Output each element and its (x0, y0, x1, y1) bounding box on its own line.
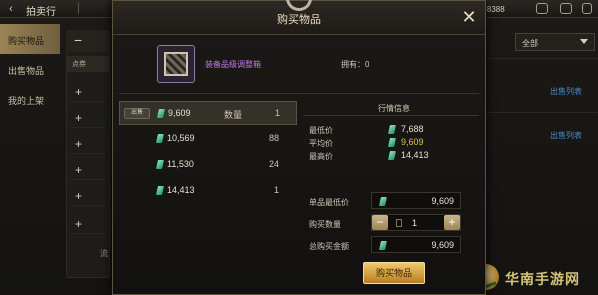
expand-button[interactable]: + (70, 186, 106, 206)
quantity-label: 数量 (224, 110, 243, 120)
highest-price-label: 最高价 (309, 152, 333, 161)
listing-quantity: 88 (268, 133, 279, 143)
page-title: 拍卖行 (26, 7, 56, 18)
average-price-label: 平均价 (309, 139, 333, 148)
quantity-stepper: − 1 + (371, 214, 461, 231)
expand-button[interactable]: + (70, 214, 106, 234)
gem-currency-icon (156, 134, 164, 143)
sidebar-item-my-listings[interactable]: 我的上架 (0, 84, 60, 114)
expand-button[interactable]: + (70, 134, 106, 154)
average-price-value: 9,609 (401, 137, 424, 147)
dialog-header: 购买物品 ✕ (113, 0, 485, 35)
divider (119, 93, 479, 94)
gem-currency-icon (156, 160, 164, 169)
item-name: 装备品级调整箱 (205, 60, 261, 69)
listing-price: 10,569 (167, 133, 195, 143)
sale-list-link[interactable]: 出售列表 (550, 86, 582, 97)
unit-price-label: 单品最低价 (309, 198, 349, 207)
gem-currency-icon (388, 138, 396, 147)
mail-icon[interactable] (536, 3, 548, 14)
gem-currency-icon (388, 125, 396, 134)
sale-badge: 出售 (124, 108, 150, 119)
back-arrow-icon[interactable]: ‹ (4, 2, 18, 16)
quantity-icon (396, 219, 402, 227)
lowest-price-value: 7,688 (401, 124, 424, 134)
market-info-title: 行情信息 (378, 104, 410, 113)
lowest-price-label: 最低价 (309, 126, 333, 135)
expand-button[interactable]: + (70, 160, 106, 180)
total-amount-field: 9,609 (371, 236, 461, 253)
sidebar-item-buy[interactable]: 购买物品 (0, 24, 60, 54)
dialog-title: 购买物品 (277, 14, 321, 26)
menu-icon[interactable] (582, 3, 592, 14)
chest-icon[interactable] (560, 3, 572, 14)
item-icon-slot[interactable] (157, 45, 195, 83)
collapse-button[interactable]: − (66, 30, 110, 52)
gem-currency-icon (157, 109, 165, 118)
row-divider (486, 112, 598, 113)
watermark-text: 华南手游网 (505, 271, 580, 287)
expand-button[interactable]: + (70, 108, 106, 128)
ring-ornament-icon (286, 0, 312, 11)
close-icon[interactable]: ✕ (459, 7, 479, 27)
listing-price: 11,530 (167, 159, 194, 169)
gear-box-icon (164, 52, 188, 76)
highest-price-value: 14,413 (401, 150, 429, 160)
chevron-down-icon (580, 39, 588, 44)
filter-dropdown[interactable]: 全部 (515, 33, 595, 51)
buy-button[interactable]: 购买物品 (363, 262, 425, 284)
unit-price-value: 9,609 (431, 196, 454, 206)
listing-row[interactable]: 14,413 1 (119, 179, 297, 203)
expand-button[interactable]: + (70, 82, 106, 102)
owned-count: 拥有：0 (341, 60, 370, 69)
row-divider (486, 58, 598, 59)
divider (303, 115, 479, 116)
gem-currency-icon (156, 186, 164, 195)
purchase-quantity-label: 购买数量 (309, 220, 341, 229)
title-separator: │ (76, 3, 82, 13)
increase-quantity-button[interactable]: + (444, 215, 460, 230)
listing-quantity: 1 (273, 185, 279, 195)
filter-value: 全部 (522, 39, 538, 48)
listing-price: 9,609 (168, 108, 191, 118)
quantity-input[interactable]: 1 (412, 218, 417, 228)
listing-row[interactable]: 出售 9,609 数量 1 (119, 101, 297, 125)
sidebar: 购买物品 出售物品 我的上架 (0, 24, 60, 114)
list-footer-label: 流 (100, 249, 108, 258)
listing-price: 14,413 (167, 185, 195, 195)
listing-quantity: 24 (268, 159, 279, 169)
list-header: 点券 (66, 56, 110, 72)
sidebar-item-sell[interactable]: 出售物品 (0, 54, 60, 84)
unit-price-field: 9,609 (371, 192, 461, 209)
listing-row[interactable]: 10,569 88 (119, 127, 297, 151)
total-amount-label: 总购买金额 (309, 242, 349, 251)
listing-row[interactable]: 11,530 24 (119, 153, 297, 177)
sale-list-link[interactable]: 出售列表 (550, 130, 582, 141)
gem-currency-icon (379, 241, 387, 250)
gem-currency-icon (379, 197, 387, 206)
decrease-quantity-button[interactable]: − (372, 215, 388, 230)
purchase-dialog: 购买物品 ✕ 装备品级调整箱 拥有：0 出售 9,609 数量 1 10,569… (112, 0, 486, 295)
gem-currency-icon (388, 151, 396, 160)
listing-quantity: 1 (274, 108, 280, 118)
total-amount-value: 9,609 (431, 240, 454, 250)
